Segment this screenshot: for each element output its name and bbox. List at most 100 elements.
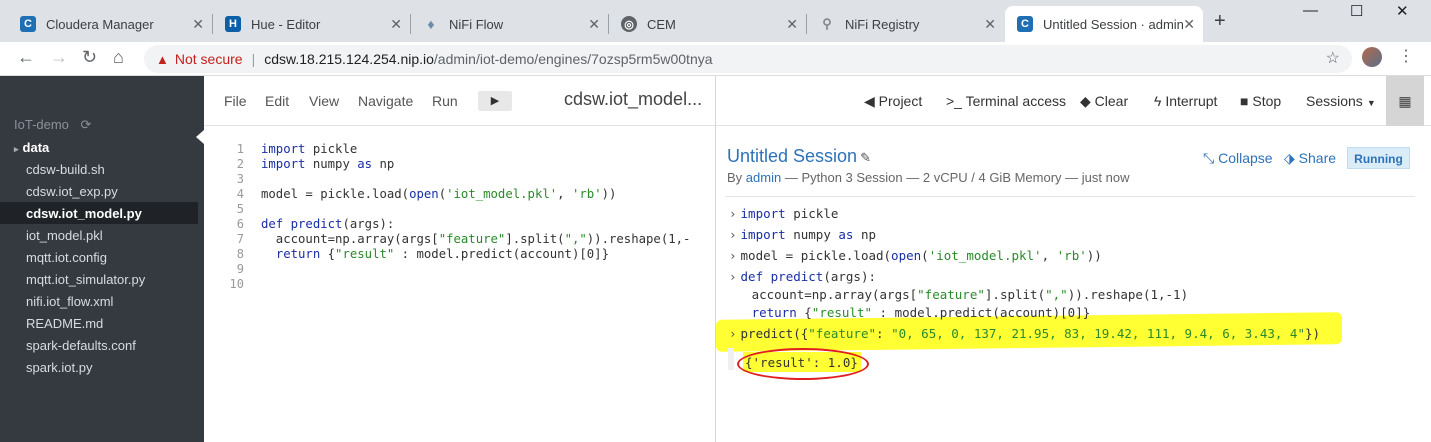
close-icon[interactable]: ✕: [588, 16, 600, 33]
menu-file[interactable]: File: [224, 93, 247, 109]
console-line: › def predict(args):: [729, 269, 877, 284]
forward-icon[interactable]: →: [50, 47, 68, 68]
not-secure-indicator[interactable]: ▲ Not secure: [156, 51, 243, 67]
code-line: import numpy as np: [261, 157, 395, 171]
terminal-access-button[interactable]: >_ Terminal access: [946, 93, 1066, 109]
close-icon[interactable]: ✕: [1183, 16, 1195, 33]
menu-run[interactable]: Run: [432, 93, 458, 109]
refresh-icon[interactable]: ⟳: [81, 117, 92, 132]
tab-title: Hue - Editor: [251, 16, 321, 32]
line-number: 6: [236, 217, 244, 231]
sidebar-item-nifi-flow[interactable]: nifi.iot_flow.xml: [26, 294, 113, 309]
line-number: 5: [236, 202, 244, 216]
code-line: return {"result" : model.predict(account…: [275, 247, 609, 261]
new-tab-button[interactable]: +: [1214, 10, 1226, 33]
browser-tab-strip: C Cloudera Manager ✕ H Hue - Editor ✕ ♦ …: [0, 0, 1431, 42]
reload-icon[interactable]: ↻: [82, 47, 97, 68]
back-icon[interactable]: ←: [17, 47, 35, 68]
grid-icon: ▦: [1398, 92, 1412, 109]
code-editor[interactable]: 1 2 3 4 5 6 7 8 9 10 import pickle impor…: [204, 126, 716, 442]
sidebar-item-spark-iot[interactable]: spark.iot.py: [26, 360, 92, 375]
tab-hue-editor[interactable]: H Hue - Editor ✕: [213, 6, 410, 42]
editor-toolbar: File Edit View Navigate Run ▶ cdsw.iot_m…: [204, 76, 716, 126]
browser-toolbar: ← → ↻ ⌂ ▲ Not secure | cdsw.18.215.124.2…: [0, 42, 1431, 76]
project-name[interactable]: IoT-demo ⟳: [14, 117, 91, 133]
tab-untitled-session[interactable]: C Untitled Session · admin / ✕: [1005, 6, 1203, 42]
line-number: 2: [236, 157, 244, 171]
clear-button[interactable]: ◆ Clear: [1080, 93, 1128, 110]
maximize-icon[interactable]: ☐: [1350, 2, 1363, 20]
globe-icon: ◎: [621, 16, 637, 32]
sidebar-item-cdsw-iot-model[interactable]: cdsw.iot_model.py: [26, 206, 142, 221]
grid-menu-button[interactable]: ▦: [1386, 76, 1424, 126]
arrow-left-icon: ◀: [864, 93, 879, 109]
project-button[interactable]: ◀ Project: [864, 93, 922, 110]
collapse-icon: ⤡: [1203, 150, 1219, 166]
line-number: 7: [236, 232, 244, 246]
tab-cloudera-manager[interactable]: C Cloudera Manager ✕: [8, 6, 212, 42]
session-divider: [725, 196, 1415, 197]
bolt-icon: ϟ: [1154, 93, 1166, 109]
line-number: 9: [236, 262, 244, 276]
pane-divider[interactable]: [715, 76, 716, 442]
collapse-button[interactable]: ⤡ Collapse: [1203, 150, 1273, 167]
share-button[interactable]: ⬗ Share: [1284, 150, 1336, 167]
line-number: 3: [236, 172, 244, 186]
profile-avatar[interactable]: [1362, 47, 1382, 67]
stop-button[interactable]: ■ Stop: [1240, 93, 1281, 109]
url-host: cdsw.18.215.124.254.nip.io: [264, 51, 434, 67]
edit-icon[interactable]: ✎: [860, 150, 871, 165]
browser-menu-icon[interactable]: ⋮: [1398, 46, 1414, 66]
menu-navigate[interactable]: Navigate: [358, 93, 413, 109]
tab-title: Cloudera Manager: [46, 16, 154, 32]
tab-cem[interactable]: ◎ CEM ✕: [609, 6, 806, 42]
sidebar-item-cdsw-build[interactable]: cdsw-build.sh: [26, 162, 105, 177]
stop-icon: ■: [1240, 93, 1253, 109]
session-user-link[interactable]: admin: [746, 170, 781, 185]
sidebar-item-mqtt-simulator[interactable]: mqtt.iot_simulator.py: [26, 272, 145, 287]
result-annotation-circle: [737, 348, 869, 380]
file-sidebar: IoT-demo ⟳ ▸ data cdsw-build.sh cdsw.iot_…: [0, 76, 204, 442]
session-title[interactable]: Untitled Session ✎: [727, 146, 871, 167]
close-icon[interactable]: ✕: [984, 16, 996, 33]
line-number: 10: [229, 277, 244, 291]
bookmark-star-icon[interactable]: ☆: [1326, 48, 1340, 68]
registry-icon: ⚲: [822, 16, 832, 31]
line-number: 4: [236, 187, 244, 201]
sidebar-item-mqtt-config[interactable]: mqtt.iot.config: [26, 250, 107, 265]
line-number: 1: [236, 142, 244, 156]
session-toolbar: ◀ Project >_ Terminal access ◆ Clear ϟ I…: [716, 76, 1431, 126]
sidebar-item-iot-model-pkl[interactable]: iot_model.pkl: [26, 228, 103, 243]
url-path: /admin/iot-demo/engines/7ozsp5rm5w00tnya: [433, 51, 713, 67]
menu-view[interactable]: View: [309, 93, 339, 109]
home-icon[interactable]: ⌂: [113, 47, 124, 68]
tab-title: Untitled Session · admin /: [1043, 16, 1183, 32]
interrupt-button[interactable]: ϟ Interrupt: [1154, 93, 1217, 109]
run-play-button[interactable]: ▶: [478, 91, 512, 111]
close-icon[interactable]: ✕: [786, 16, 798, 33]
code-line: def predict(args):: [261, 217, 395, 231]
status-badge: Running: [1347, 147, 1410, 169]
close-icon[interactable]: ✕: [192, 16, 204, 33]
console-line: › import pickle: [729, 206, 839, 221]
sidebar-item-spark-defaults[interactable]: spark-defaults.conf: [26, 338, 136, 353]
cloudera-icon: C: [20, 16, 36, 32]
sidebar-item-readme[interactable]: README.md: [26, 316, 103, 331]
warning-icon: ▲: [156, 51, 169, 67]
tab-nifi-flow[interactable]: ♦ NiFi Flow ✕: [411, 6, 608, 42]
menu-edit[interactable]: Edit: [265, 93, 289, 109]
close-icon[interactable]: ✕: [390, 16, 402, 33]
tab-nifi-registry[interactable]: ⚲ NiFi Registry ✕: [807, 6, 1004, 42]
address-bar[interactable]: ▲ Not secure | cdsw.18.215.124.254.nip.i…: [144, 45, 1352, 73]
sessions-dropdown[interactable]: Sessions ▼: [1306, 93, 1376, 109]
close-window-icon[interactable]: ✕: [1396, 2, 1409, 20]
share-icon: ⬗: [1284, 150, 1299, 166]
code-line: model = pickle.load(open('iot_model.pkl'…: [261, 187, 617, 201]
sidebar-item-cdsw-iot-exp[interactable]: cdsw.iot_exp.py: [26, 184, 118, 199]
console-line: › model = pickle.load(open('iot_model.pkl…: [729, 248, 1102, 263]
editor-filename: cdsw.iot_model...: [564, 89, 703, 109]
minimize-icon[interactable]: —: [1303, 2, 1318, 19]
sidebar-item-data[interactable]: ▸ data: [14, 140, 49, 155]
console-line: › import numpy as np: [729, 227, 877, 242]
cdsw-icon: C: [1017, 16, 1033, 32]
